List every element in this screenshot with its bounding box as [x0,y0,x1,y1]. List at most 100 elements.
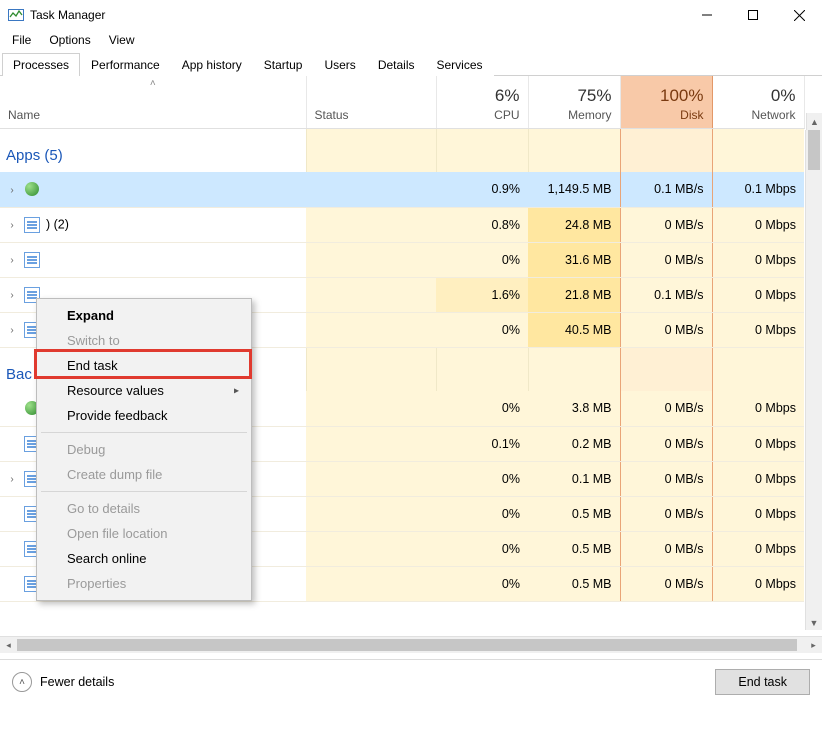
cell-disk: 0 MB/s [620,566,712,601]
cell-network: 0.1 Mbps [712,172,804,207]
ctx-properties: Properties [39,571,249,596]
group-apps-label: Apps (5) [0,128,306,172]
horizontal-scrollbar[interactable]: ◂ ▸ [0,636,822,653]
cell-network: 0 Mbps [712,312,804,347]
cpu-usage-pct: 6% [445,86,520,106]
maximize-button[interactable] [730,0,776,30]
vertical-scrollbar[interactable]: ▲ ▼ [805,130,822,630]
cell-memory: 0.2 MB [528,426,620,461]
col-label-status: Status [315,108,428,122]
scrollbar-thumb[interactable] [808,130,820,170]
cell-memory: 0.5 MB [528,531,620,566]
end-task-button[interactable]: End task [715,669,810,695]
cell-network: 0 Mbps [712,496,804,531]
tab-users[interactable]: Users [313,53,366,76]
menu-view[interactable]: View [101,31,143,49]
col-header-network[interactable]: 0% Network [712,76,804,128]
expand-chevron-icon[interactable]: › [6,185,18,196]
app-icon [24,217,40,233]
cell-memory: 24.8 MB [528,207,620,242]
ctx-switch-to: Switch to [39,328,249,353]
cell-memory: 0.1 MB [528,461,620,496]
col-label-memory: Memory [537,108,612,122]
tab-processes[interactable]: Processes [2,53,80,76]
cell-memory: 3.8 MB [528,391,620,426]
ctx-separator [41,432,247,433]
cell-cpu: 0% [436,531,528,566]
expand-chevron-icon[interactable]: › [6,474,18,485]
cell-network: 0 Mbps [712,566,804,601]
cell-cpu: 0.9% [436,172,528,207]
tab-details[interactable]: Details [367,53,426,76]
ctx-resource-values[interactable]: Resource values ▸ [39,378,249,403]
network-usage-pct: 0% [721,86,796,106]
ctx-separator [41,491,247,492]
ctx-go-to-details: Go to details [39,496,249,521]
close-button[interactable] [776,0,822,30]
tab-startup[interactable]: Startup [253,53,314,76]
expand-chevron-icon[interactable]: › [6,290,18,301]
cell-network: 0 Mbps [712,461,804,496]
ctx-open-file-location: Open file location [39,521,249,546]
cell-memory: 1,149.5 MB [528,172,620,207]
cell-cpu: 1.6% [436,277,528,312]
menu-options[interactable]: Options [41,31,98,49]
ctx-create-dump: Create dump file [39,462,249,487]
ctx-search-online[interactable]: Search online [39,546,249,571]
minimize-button[interactable] [684,0,730,30]
expand-chevron-icon[interactable]: › [6,325,18,336]
expand-chevron-icon[interactable]: › [6,220,18,231]
ctx-end-task[interactable]: End task [39,353,249,378]
cell-memory: 0.5 MB [528,566,620,601]
cell-memory: 0.5 MB [528,496,620,531]
col-label-disk: Disk [629,108,704,122]
col-header-memory[interactable]: 75% Memory [528,76,620,128]
context-menu: Expand Switch to End task Resource value… [36,298,252,601]
ctx-provide-feedback[interactable]: Provide feedback [39,403,249,428]
scroll-up-icon[interactable]: ▲ [806,113,822,130]
ctx-debug: Debug [39,437,249,462]
cell-cpu: 0% [436,242,528,277]
col-header-disk[interactable]: 100% Disk [620,76,712,128]
tab-services[interactable]: Services [426,53,494,76]
app-icon [24,181,40,197]
cell-network: 0 Mbps [712,531,804,566]
scroll-right-icon[interactable]: ▸ [805,640,822,651]
col-label-network: Network [721,108,796,122]
cell-disk: 0 MB/s [620,531,712,566]
cell-cpu: 0% [436,496,528,531]
col-header-status[interactable]: Status [306,76,436,128]
scroll-down-icon[interactable]: ▼ [806,614,822,631]
cell-cpu: 0% [436,312,528,347]
table-row[interactable]: › 0.9% 1,149.5 MB 0.1 MB/s 0.1 Mbps [0,172,804,207]
window-controls [684,0,822,30]
cell-disk: 0 MB/s [620,461,712,496]
cell-disk: 0 MB/s [620,207,712,242]
cell-cpu: 0% [436,391,528,426]
table-row[interactable]: ›) (2) 0.8% 24.8 MB 0 MB/s 0 Mbps [0,207,804,242]
window-title: Task Manager [30,8,105,22]
expand-chevron-icon[interactable]: › [6,255,18,266]
chevron-up-icon: ˄ [12,672,32,692]
ctx-expand[interactable]: Expand [39,303,249,328]
fewer-details-button[interactable]: ˄ Fewer details [12,672,114,692]
cell-cpu: 0.8% [436,207,528,242]
tab-performance[interactable]: Performance [80,53,171,76]
menu-bar: File Options View [0,30,822,50]
menu-file[interactable]: File [4,31,39,49]
cell-disk: 0.1 MB/s [620,277,712,312]
footer-bar: ˄ Fewer details End task [0,659,822,704]
col-header-cpu[interactable]: 6% CPU [436,76,528,128]
cell-disk: 0.1 MB/s [620,172,712,207]
cell-disk: 0 MB/s [620,391,712,426]
scroll-left-icon[interactable]: ◂ [0,640,17,651]
col-header-name[interactable]: ˄ Name [0,76,306,128]
table-row[interactable]: › 0% 31.6 MB 0 MB/s 0 Mbps [0,242,804,277]
cell-disk: 0 MB/s [620,242,712,277]
tab-app-history[interactable]: App history [171,53,253,76]
scrollbar-thumb[interactable] [17,639,797,651]
group-apps[interactable]: Apps (5) [0,128,804,172]
cell-memory: 40.5 MB [528,312,620,347]
cell-disk: 0 MB/s [620,496,712,531]
scrollbar-track[interactable] [17,637,805,653]
